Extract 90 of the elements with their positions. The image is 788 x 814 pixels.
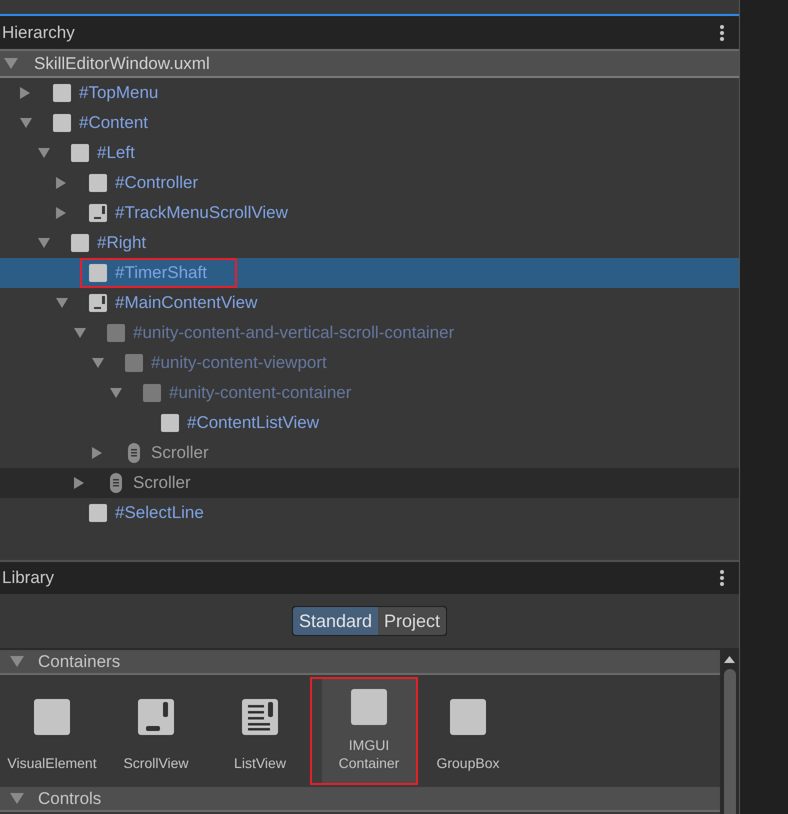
element-icon: [143, 384, 161, 402]
element-name: #ContentListView: [187, 412, 319, 434]
element-icon: [107, 324, 125, 342]
tree-row[interactable]: #Controller: [0, 168, 739, 198]
collapsed-arrow-icon[interactable]: [20, 87, 30, 99]
library-item[interactable]: ScrollView: [104, 679, 208, 783]
panel-title: Library: [2, 567, 54, 590]
library-item[interactable]: VisualElement: [0, 679, 104, 783]
element-icon: [53, 84, 71, 102]
library-item[interactable]: ListView: [208, 679, 312, 783]
element-icon: [34, 699, 70, 735]
element-icon: [161, 414, 179, 432]
expanded-arrow-icon[interactable]: [4, 58, 18, 69]
element-icon: [450, 699, 486, 735]
tree-row[interactable]: SkillEditorWindow.uxml: [0, 51, 739, 78]
expanded-arrow-icon[interactable]: [110, 388, 122, 398]
scrollbar-thumb[interactable]: [724, 669, 736, 814]
document-name: SkillEditorWindow.uxml: [34, 52, 210, 75]
element-name: #TimerShaft: [115, 262, 207, 284]
collapsed-arrow-icon[interactable]: [92, 447, 102, 459]
tree-row[interactable]: #Content: [0, 108, 739, 138]
panel-title: Hierarchy: [2, 22, 75, 44]
scroller-icon: [128, 443, 140, 463]
scrollview-icon: [89, 204, 107, 222]
expanded-arrow-icon[interactable]: [10, 656, 24, 667]
scrollview-icon: [89, 294, 107, 312]
library-tab[interactable]: Standard: [292, 607, 378, 635]
element-name: #Controller: [115, 172, 198, 194]
element-icon: [89, 504, 107, 522]
more-options-icon[interactable]: [719, 569, 725, 587]
element-icon: [71, 144, 89, 162]
scrollbar[interactable]: [720, 650, 739, 814]
tree-row[interactable]: #unity-content-viewport: [0, 348, 739, 378]
element-name: #unity-content-container: [169, 382, 352, 404]
expanded-arrow-icon[interactable]: [10, 793, 24, 804]
element-name: #TopMenu: [79, 82, 158, 104]
element-name: #Left: [97, 142, 135, 164]
tree-row[interactable]: #ContentListView: [0, 408, 739, 438]
element-name: Scroller: [133, 472, 191, 494]
element-name: #TrackMenuScrollView: [115, 202, 288, 224]
library-item[interactable]: GroupBox: [416, 679, 520, 783]
section-header[interactable]: Containers: [0, 650, 720, 675]
element-name: #Content: [79, 112, 148, 134]
section-header[interactable]: Controls: [0, 787, 720, 812]
tree-row[interactable]: #Right: [0, 228, 739, 258]
expanded-arrow-icon[interactable]: [56, 298, 68, 308]
collapsed-arrow-icon[interactable]: [56, 177, 66, 189]
element-icon: [53, 114, 71, 132]
element-name: Scroller: [151, 442, 209, 464]
tree-row[interactable]: #TopMenu: [0, 78, 739, 108]
item-label: ListView: [234, 754, 286, 772]
tree-row[interactable]: #MainContentView: [0, 288, 739, 318]
collapsed-arrow-icon[interactable]: [56, 207, 66, 219]
element-name: #MainContentView: [115, 292, 258, 314]
element-icon: [351, 689, 387, 725]
tree-row[interactable]: #TrackMenuScrollView: [0, 198, 739, 228]
element-icon: [89, 264, 107, 282]
element-name: #unity-content-and-vertical-scroll-container: [133, 322, 454, 344]
collapsed-arrow-icon[interactable]: [74, 477, 84, 489]
library-item[interactable]: IMGUI Container: [312, 679, 416, 783]
expanded-arrow-icon[interactable]: [74, 328, 86, 338]
tree-row[interactable]: #Left: [0, 138, 739, 168]
expanded-arrow-icon[interactable]: [38, 148, 50, 158]
more-options-icon[interactable]: [719, 24, 725, 42]
item-label: IMGUI Container: [338, 736, 400, 772]
item-label: VisualElement: [7, 754, 97, 772]
element-name: #unity-content-viewport: [151, 352, 327, 374]
tree-row[interactable]: Scroller: [0, 438, 739, 468]
scroll-up-icon[interactable]: [724, 656, 735, 663]
library-tab[interactable]: Project: [378, 607, 446, 635]
element-name: #Right: [97, 232, 146, 254]
tree-row[interactable]: #TimerShaft: [0, 258, 739, 288]
expanded-arrow-icon[interactable]: [20, 118, 32, 128]
element-icon: [89, 174, 107, 192]
section-title: Containers: [38, 650, 120, 673]
tree-row[interactable]: #SelectLine: [0, 498, 739, 528]
tree-row[interactable]: #unity-content-and-vertical-scroll-container: [0, 318, 739, 348]
section-title: Controls: [38, 788, 102, 810]
expanded-arrow-icon[interactable]: [92, 358, 104, 368]
item-label: ScrollView: [123, 754, 189, 772]
item-label: GroupBox: [436, 754, 500, 772]
element-name: #SelectLine: [115, 502, 204, 524]
scroller-icon: [110, 473, 122, 493]
element-icon: [125, 354, 143, 372]
tree-row[interactable]: Scroller: [0, 468, 739, 498]
list-icon: [242, 699, 278, 735]
element-icon: [71, 234, 89, 252]
expanded-arrow-icon[interactable]: [38, 238, 50, 248]
tree-row[interactable]: #unity-content-container: [0, 378, 739, 408]
scrollview-icon: [138, 699, 174, 735]
